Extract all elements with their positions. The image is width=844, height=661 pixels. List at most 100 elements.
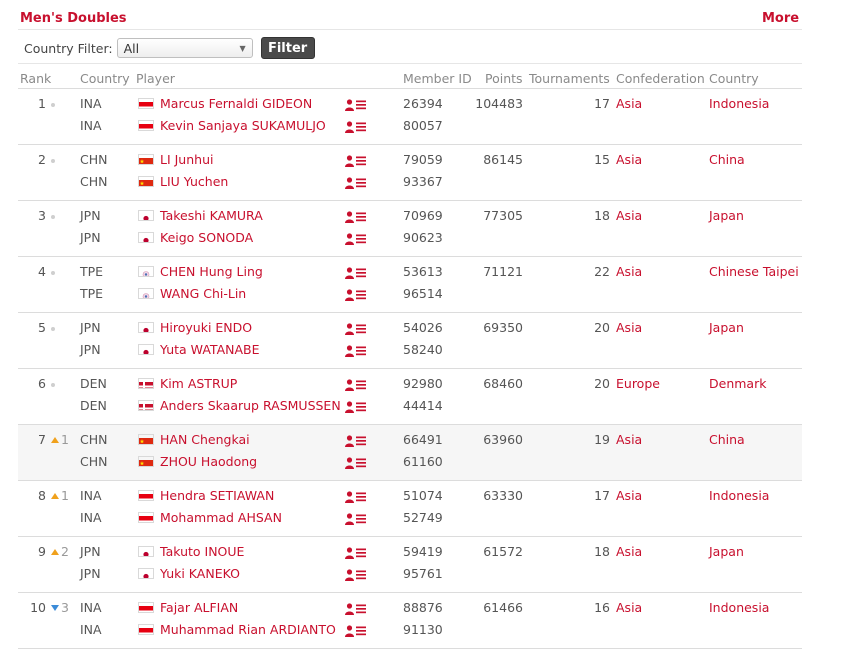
- player-name-link[interactable]: Kim ASTRUP: [160, 376, 237, 391]
- player-name-link[interactable]: ZHOU Haodong: [160, 454, 257, 469]
- member-id: 54026: [403, 320, 443, 335]
- player-name-link[interactable]: Muhammad Rian ARDIANTO: [160, 622, 336, 637]
- confederation-link[interactable]: Asia: [616, 152, 642, 167]
- points: 104483: [475, 96, 523, 111]
- more-link[interactable]: More: [762, 11, 799, 26]
- col-country[interactable]: Country: [80, 71, 130, 86]
- col-tournaments[interactable]: Tournaments: [529, 71, 610, 86]
- player-profile-icon[interactable]: [345, 211, 367, 223]
- player-name-link[interactable]: Marcus Fernaldi GIDEON: [160, 96, 312, 111]
- japan-flag-icon: [138, 210, 154, 221]
- country-link[interactable]: Indonesia: [709, 600, 769, 615]
- col-confederation[interactable]: Confederation: [616, 71, 705, 86]
- player-profile-icon[interactable]: [345, 233, 367, 245]
- player-profile-icon[interactable]: [345, 513, 367, 525]
- player-name-link[interactable]: Yuki KANEKO: [160, 566, 240, 581]
- rank-cell: 6: [18, 376, 82, 391]
- chinese-taipei-flag-icon: [138, 266, 154, 277]
- member-id: 58240: [403, 342, 443, 357]
- player-profile-icon[interactable]: [345, 603, 367, 615]
- player-profile-icon[interactable]: [345, 457, 367, 469]
- player-name-link[interactable]: Takuto INOUE: [160, 544, 244, 559]
- player-profile-icon[interactable]: [345, 155, 367, 167]
- member-id: 90623: [403, 230, 443, 245]
- confederation-link[interactable]: Asia: [616, 320, 642, 335]
- country-link[interactable]: Japan: [709, 320, 744, 335]
- player-name-link[interactable]: LIU Yuchen: [160, 174, 228, 189]
- country-filter-select[interactable]: All ▼: [116, 38, 253, 58]
- col-country-name[interactable]: Country: [709, 71, 759, 86]
- member-id: 91130: [403, 622, 443, 637]
- player-profile-icon[interactable]: [345, 401, 367, 413]
- country-link[interactable]: Indonesia: [709, 96, 769, 111]
- player-profile-icon[interactable]: [345, 491, 367, 503]
- rank-cell: 3: [18, 208, 82, 223]
- member-id: 44414: [403, 398, 443, 413]
- confederation-link[interactable]: Asia: [616, 488, 642, 503]
- indonesia-flag-icon: [138, 624, 154, 635]
- player-name-link[interactable]: HAN Chengkai: [160, 432, 250, 447]
- country-code: INA: [80, 118, 102, 133]
- confederation-link[interactable]: Asia: [616, 208, 642, 223]
- country-link[interactable]: Japan: [709, 544, 744, 559]
- player-name-link[interactable]: Mohammad AHSAN: [160, 510, 282, 525]
- rank-cell: 10 3: [18, 600, 82, 615]
- player-profile-icon[interactable]: [345, 121, 367, 133]
- player-name-link[interactable]: WANG Chi-Lin: [160, 286, 246, 301]
- tournaments: 22: [594, 264, 610, 279]
- col-player[interactable]: Player: [136, 71, 175, 86]
- country-link[interactable]: Indonesia: [709, 488, 769, 503]
- player-profile-icon[interactable]: [345, 435, 367, 447]
- col-member-id[interactable]: Member ID: [403, 71, 472, 86]
- player-name-link[interactable]: Anders Skaarup RASMUSSEN: [160, 398, 341, 413]
- player-profile-icon[interactable]: [345, 569, 367, 581]
- country-link[interactable]: Denmark: [709, 376, 766, 391]
- player-profile-icon[interactable]: [345, 289, 367, 301]
- country-link[interactable]: Japan: [709, 208, 744, 223]
- member-id: 51074: [403, 488, 443, 503]
- player-name-link[interactable]: Keigo SONODA: [160, 230, 253, 245]
- confederation-link[interactable]: Asia: [616, 264, 642, 279]
- player-profile-icon[interactable]: [345, 379, 367, 391]
- player-name-link[interactable]: Hendra SETIAWAN: [160, 488, 274, 503]
- confederation-link[interactable]: Asia: [616, 600, 642, 615]
- confederation-link[interactable]: Asia: [616, 96, 642, 111]
- country-link[interactable]: China: [709, 432, 745, 447]
- confederation-link[interactable]: Asia: [616, 432, 642, 447]
- confederation-link[interactable]: Europe: [616, 376, 660, 391]
- country-link[interactable]: China: [709, 152, 745, 167]
- col-rank[interactable]: Rank: [20, 71, 51, 86]
- ranking-row: 8 1 INA Hendra SETIAWAN 51074 INA Mohammad AHS…: [18, 481, 802, 537]
- points: 71121: [483, 264, 523, 279]
- player-profile-icon[interactable]: [345, 99, 367, 111]
- ranking-row: 9 2 JPN Takuto INOUE 59419 JPN Yuki KANEKO 9576…: [18, 537, 802, 593]
- player-profile-icon[interactable]: [345, 625, 367, 637]
- country-link[interactable]: Chinese Taipei: [709, 264, 799, 279]
- player-name-link[interactable]: Hiroyuki ENDO: [160, 320, 252, 335]
- player-profile-icon[interactable]: [345, 267, 367, 279]
- confederation-link[interactable]: Asia: [616, 544, 642, 559]
- player-name-link[interactable]: Kevin Sanjaya SUKAMULJO: [160, 118, 326, 133]
- rank-cell: 71: [18, 432, 82, 447]
- tournaments: 20: [594, 320, 610, 335]
- tournaments: 20: [594, 376, 610, 391]
- country-filter-value: All: [123, 40, 140, 56]
- player-profile-icon[interactable]: [345, 547, 367, 559]
- rank-number: 9: [38, 544, 46, 559]
- col-points[interactable]: Points: [485, 71, 523, 86]
- player-name-link[interactable]: Takeshi KAMURA: [160, 208, 263, 223]
- points: 63960: [483, 432, 523, 447]
- player-name-link[interactable]: Yuta WATANABE: [160, 342, 260, 357]
- player-name-link[interactable]: CHEN Hung Ling: [160, 264, 263, 279]
- player-name-link[interactable]: LI Junhui: [160, 152, 213, 167]
- player-profile-icon[interactable]: [345, 177, 367, 189]
- points: 86145: [483, 152, 523, 167]
- rank-cell: 92: [18, 544, 82, 559]
- player-profile-icon[interactable]: [345, 323, 367, 335]
- player-name-link[interactable]: Fajar ALFIAN: [160, 600, 238, 615]
- rank-change: 2: [61, 544, 69, 559]
- player-profile-icon[interactable]: [345, 345, 367, 357]
- filter-button[interactable]: Filter: [260, 37, 315, 59]
- member-id: 88876: [403, 600, 443, 615]
- rank-number: 4: [38, 264, 46, 279]
